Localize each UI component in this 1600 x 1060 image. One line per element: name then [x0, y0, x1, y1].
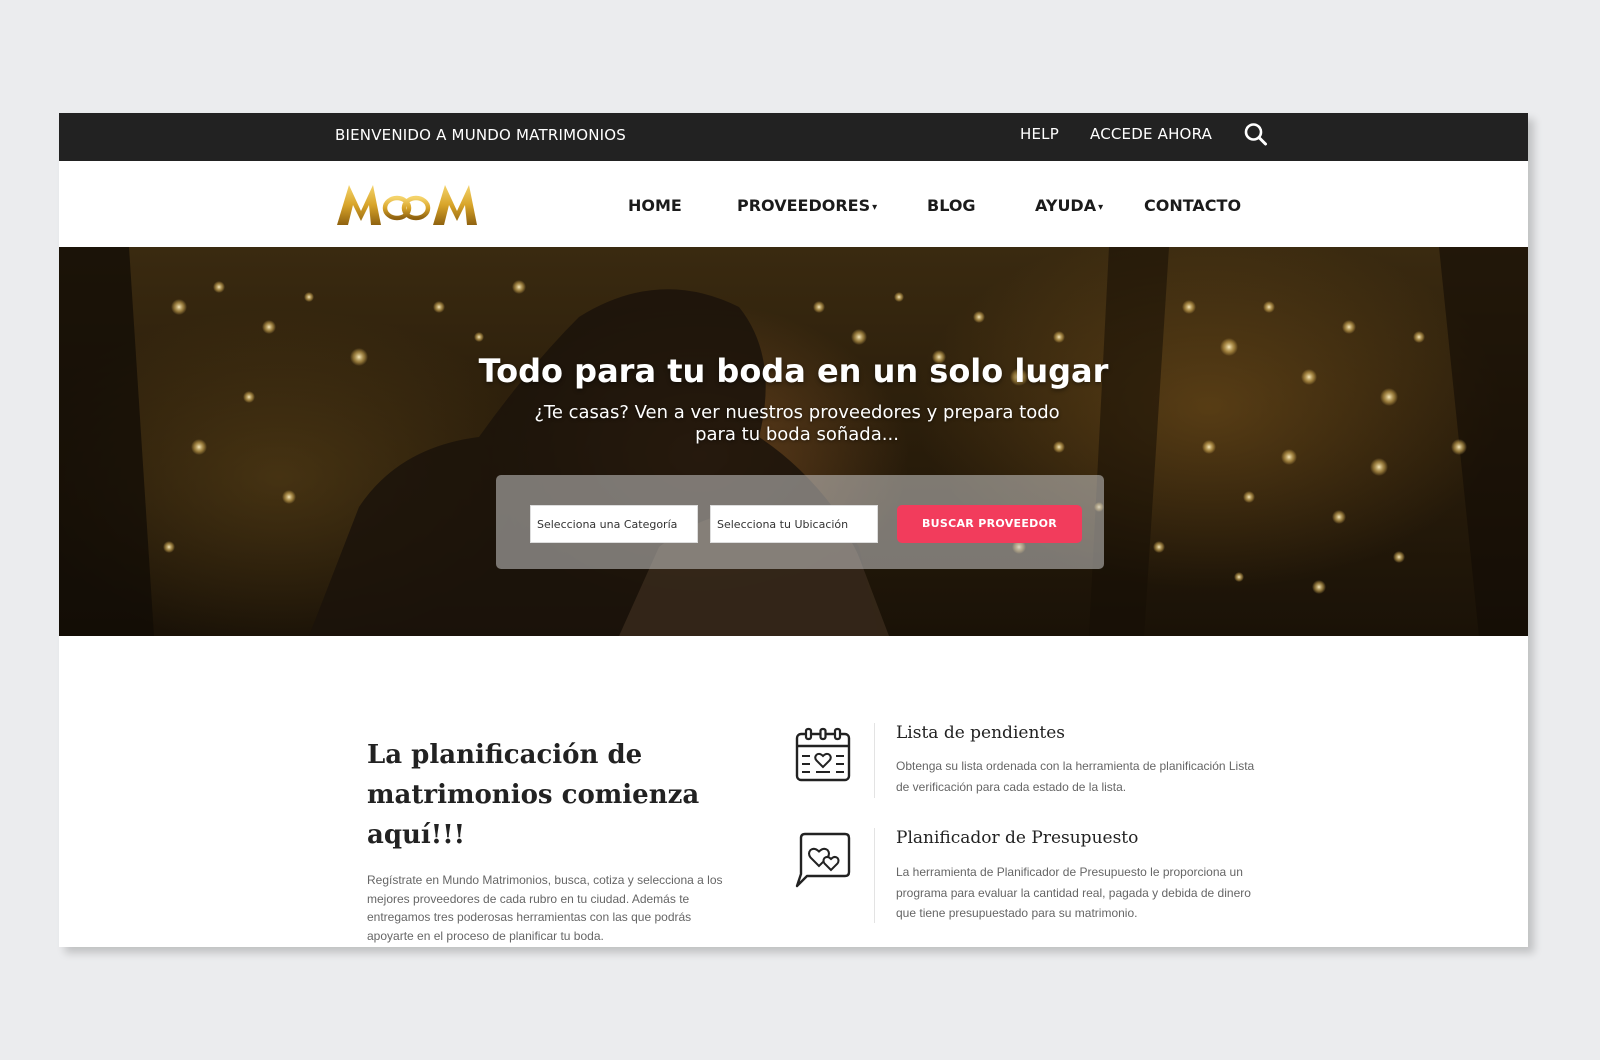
nav-contacto[interactable]: CONTACTO: [1144, 196, 1241, 215]
help-link[interactable]: HELP: [1020, 125, 1059, 143]
hero-subtitle: ¿Te casas? Ven a ver nuestros proveedore…: [534, 402, 1060, 445]
site-logo[interactable]: [335, 181, 479, 229]
hero-title: Todo para tu boda en un solo lugar: [478, 352, 1109, 390]
top-bar: BIENVENIDO A MUNDO MATRIMONIOS HELP ACCE…: [59, 113, 1528, 161]
chat-hearts-icon: [793, 830, 853, 890]
intro-title: La planificación de matrimonios comienza…: [367, 740, 700, 850]
feature-text-budget: La herramienta de Planificador de Presup…: [896, 865, 1251, 920]
chevron-down-icon: ▾: [1098, 202, 1104, 213]
nav-home-label: HOME: [628, 196, 682, 215]
location-select[interactable]: Selecciona tu Ubicación: [710, 505, 878, 543]
chevron-down-icon: ▾: [872, 202, 878, 213]
nav-ayuda[interactable]: AYUDA ▾: [1035, 196, 1103, 215]
hero-banner: Todo para tu boda en un solo lugar ¿Te c…: [59, 247, 1528, 636]
nav-home[interactable]: HOME: [628, 196, 682, 215]
category-select[interactable]: Selecciona una Categoría: [530, 505, 698, 543]
intro-text: Regístrate en Mundo Matrimonios, busca, …: [367, 873, 723, 943]
nav-ayuda-label: AYUDA: [1035, 196, 1097, 215]
provider-search-panel: Selecciona una Categoría Selecciona tu U…: [496, 475, 1104, 569]
welcome-text: BIENVENIDO A MUNDO MATRIMONIOS: [335, 126, 626, 144]
browser-page: BIENVENIDO A MUNDO MATRIMONIOS HELP ACCE…: [59, 113, 1528, 947]
feature-title-budget: Planificador de Presupuesto: [896, 828, 1139, 848]
nav-proveedores-label: PROVEEDORES: [737, 196, 871, 215]
nav-blog-label: BLOG: [927, 196, 976, 215]
main-nav: HOME PROVEEDORES ▾ BLOG AYUDA ▾ CONTACTO: [59, 161, 1528, 247]
feature-divider: [874, 828, 875, 923]
calendar-heart-icon: [793, 726, 853, 786]
feature-divider: [874, 723, 875, 798]
search-provider-button[interactable]: BUSCAR PROVEEDOR: [897, 505, 1082, 543]
nav-contacto-label: CONTACTO: [1144, 196, 1242, 215]
login-link[interactable]: ACCEDE AHORA: [1090, 125, 1212, 143]
search-icon[interactable]: [1243, 121, 1269, 149]
feature-title-checklist: Lista de pendientes: [896, 723, 1066, 743]
nav-blog[interactable]: BLOG: [927, 196, 976, 215]
nav-proveedores[interactable]: PROVEEDORES ▾: [737, 196, 877, 215]
feature-text-checklist: Obtenga su lista ordenada con la herrami…: [896, 759, 1255, 794]
